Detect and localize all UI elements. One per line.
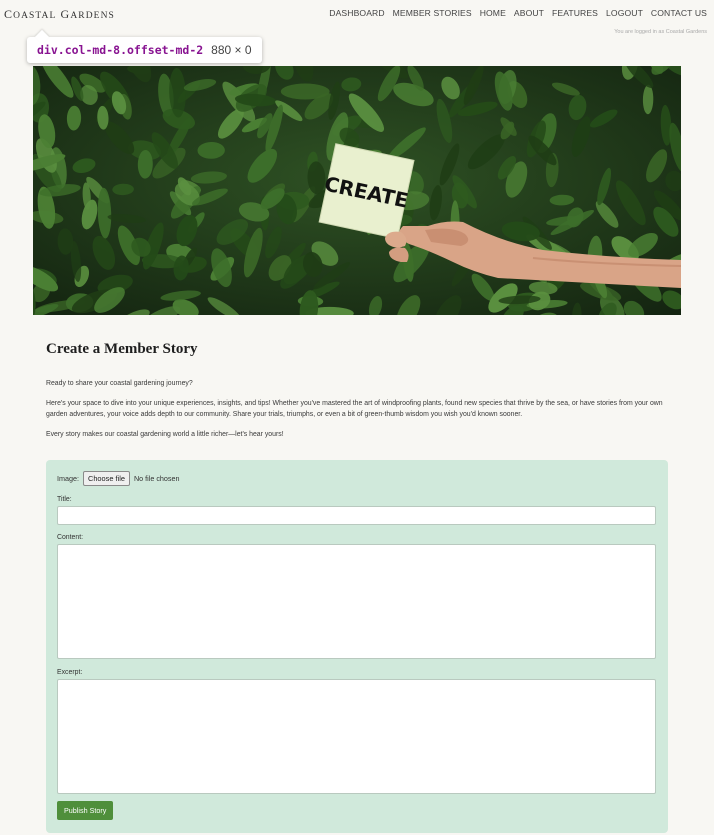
nav-about[interactable]: ABOUT — [514, 8, 544, 18]
file-status: No file chosen — [133, 474, 180, 483]
hero-illustration: CREATE — [33, 66, 681, 315]
brand-logo[interactable]: COASTAL GARDENS — [4, 7, 115, 22]
excerpt-textarea[interactable] — [57, 679, 656, 794]
title-input[interactable] — [57, 506, 656, 525]
page-content: Create a Member Story Ready to share you… — [46, 341, 676, 440]
intro-paragraph: Ready to share your coastal gardening jo… — [46, 380, 193, 387]
top-navbar: COASTAL GARDENS DASHBOARD MEMBER STORIES… — [0, 0, 714, 40]
title-label: Title: — [57, 496, 72, 503]
brand-letter: G — [60, 7, 71, 21]
logged-in-status: You are logged in as Coastal Gardens — [614, 29, 707, 35]
brand-word: ARDENS — [70, 11, 115, 21]
image-upload-row: Image: Choose file No file chosen — [57, 471, 180, 486]
nav-logout[interactable]: LOGOUT — [606, 8, 643, 18]
nav-member-stories[interactable]: MEMBER STORIES — [393, 8, 472, 18]
publish-story-button[interactable]: Publish Story — [57, 801, 114, 820]
hero-image: CREATE — [33, 66, 681, 315]
nav-dashboard[interactable]: DASHBOARD — [329, 8, 384, 18]
image-label: Image: — [57, 474, 79, 483]
intro-paragraph: Every story makes our coastal gardening … — [46, 430, 284, 438]
choose-file-button[interactable]: Choose file — [82, 471, 130, 486]
content-label: Content: — [57, 534, 84, 541]
nav-home[interactable]: HOME — [480, 8, 506, 18]
excerpt-label: Excerpt: — [57, 669, 83, 676]
brand-letter: C — [4, 7, 14, 21]
main-nav: DASHBOARD MEMBER STORIES HOME ABOUT FEAT… — [329, 8, 707, 18]
tooltip-selector: div.col-md-8.offset-md-2 — [37, 43, 204, 57]
brand-word: OASTAL — [13, 11, 57, 21]
content-textarea[interactable] — [57, 544, 656, 659]
devtools-inspect-tooltip: div.col-md-8.offset-md-2 880 × 0 — [27, 37, 262, 63]
story-form: Image: Choose file No file chosen Title:… — [46, 460, 668, 833]
nav-contact-us[interactable]: CONTACT US — [651, 8, 707, 18]
nav-features[interactable]: FEATURES — [552, 8, 598, 18]
page-title: Create a Member Story — [46, 341, 198, 357]
tooltip-dimensions: 880 × 0 — [211, 43, 252, 57]
intro-paragraph: Here's your space to dive into your uniq… — [46, 399, 663, 419]
